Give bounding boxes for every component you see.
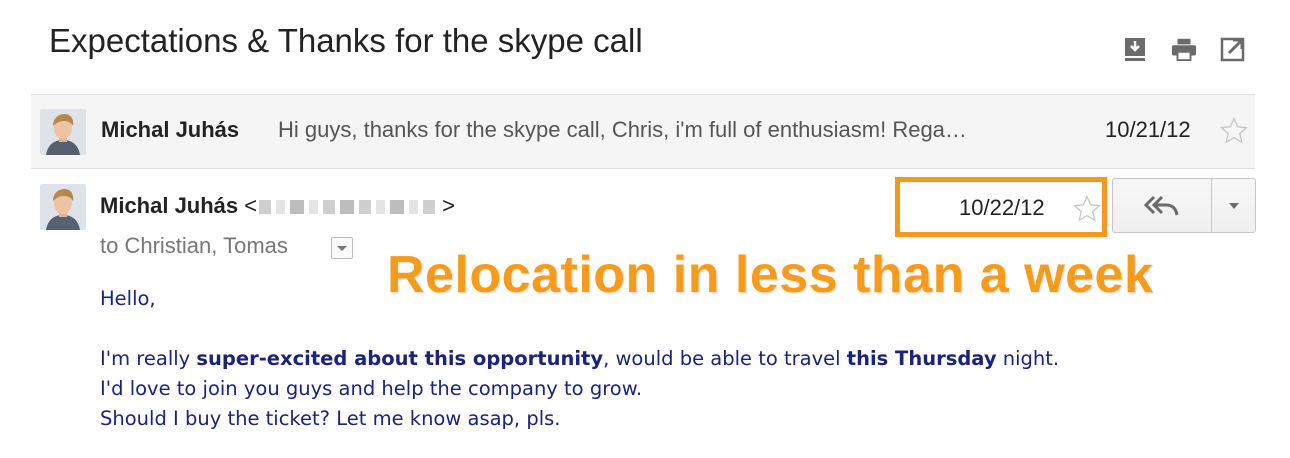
reply-all-icon — [1144, 195, 1179, 215]
star-icon[interactable] — [1219, 116, 1249, 151]
avatar — [40, 109, 86, 155]
body-greeting: Hello, — [100, 287, 156, 310]
print-icon[interactable] — [1171, 36, 1197, 62]
body-line-1: I'm really super-excited about this oppo… — [100, 347, 1060, 370]
recipients: to Christian, Tomas — [100, 233, 288, 258]
message-date: 10/21/12 — [1105, 117, 1191, 142]
email-bracket-open: < — [244, 193, 258, 218]
email-bracket-close: > — [442, 193, 455, 218]
sender-name: Michal Juhás — [100, 193, 239, 218]
download-icon[interactable] — [1122, 36, 1148, 62]
message-snippet: Hi guys, thanks for the skype call, Chri… — [278, 117, 967, 142]
collapsed-message[interactable]: Michal Juhás Hi guys, thanks for the sky… — [31, 94, 1255, 169]
avatar — [40, 184, 86, 230]
message-date: 10/22/12 — [959, 195, 1045, 220]
thread-actions — [1122, 36, 1246, 62]
star-icon[interactable] — [1072, 194, 1102, 229]
sender-line: Michal Juhás < > — [100, 193, 455, 220]
body-line-3: Should I buy the ticket? Let me know asa… — [100, 407, 561, 430]
reply-all-button[interactable] — [1112, 178, 1212, 233]
redacted-email — [259, 194, 440, 220]
show-details-button[interactable] — [331, 237, 353, 259]
chevron-down-icon — [1228, 202, 1239, 209]
open-new-window-icon[interactable] — [1220, 36, 1246, 62]
thread-subject: Expectations & Thanks for the skype call — [49, 22, 643, 59]
more-options-button[interactable] — [1212, 178, 1256, 233]
sender-name: Michal Juhás — [101, 117, 240, 142]
message-body: Hello, I'm really super-excited about th… — [100, 284, 1059, 434]
reply-controls — [1112, 178, 1256, 233]
highlighted-date-box: 10/22/12 — [895, 177, 1107, 237]
body-line-2: I'd love to join you guys and help the c… — [100, 377, 643, 400]
